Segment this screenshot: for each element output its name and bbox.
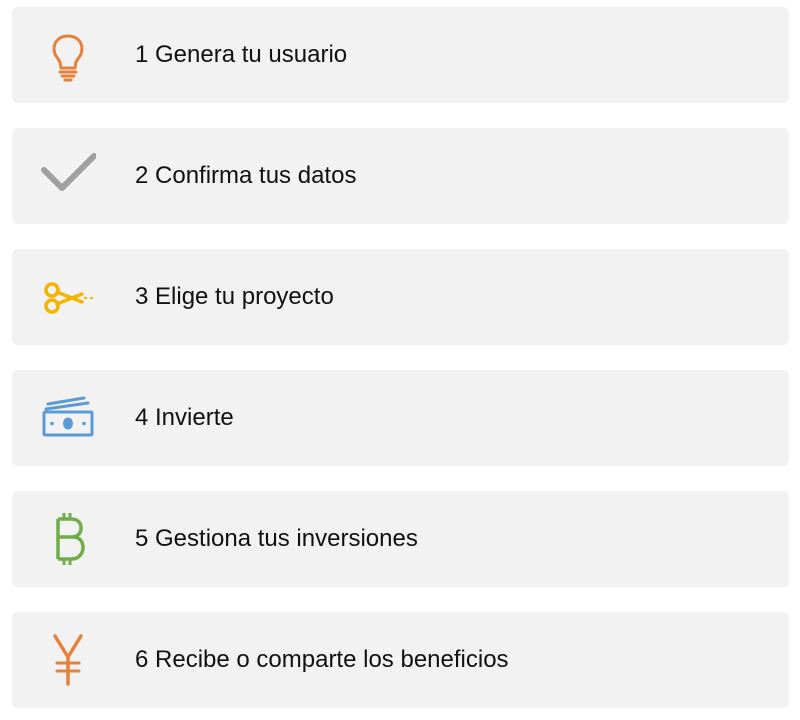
step-item: 5 Gestiona tus inversiones <box>12 491 789 587</box>
step-label: 3 Elige tu proyecto <box>135 283 334 310</box>
bitcoin-icon <box>40 511 96 567</box>
step-label: 5 Gestiona tus inversiones <box>135 525 418 552</box>
steps-list: 1 Genera tu usuario 2 Confirma tus datos… <box>0 0 800 720</box>
money-icon <box>40 390 96 446</box>
step-item: 6 Recibe o comparte los beneficios <box>12 612 789 708</box>
checkmark-icon <box>40 148 96 204</box>
step-label: 4 Invierte <box>135 404 234 431</box>
scissors-icon <box>40 269 96 325</box>
step-item: 2 Confirma tus datos <box>12 128 789 224</box>
step-label: 2 Confirma tus datos <box>135 162 357 189</box>
step-item: 3 Elige tu proyecto <box>12 249 789 345</box>
step-item: 4 Invierte <box>12 370 789 466</box>
step-item: 1 Genera tu usuario <box>12 7 789 103</box>
lightbulb-icon <box>40 27 96 83</box>
yen-icon <box>40 632 96 688</box>
step-label: 6 Recibe o comparte los beneficios <box>135 646 509 673</box>
step-label: 1 Genera tu usuario <box>135 41 348 68</box>
